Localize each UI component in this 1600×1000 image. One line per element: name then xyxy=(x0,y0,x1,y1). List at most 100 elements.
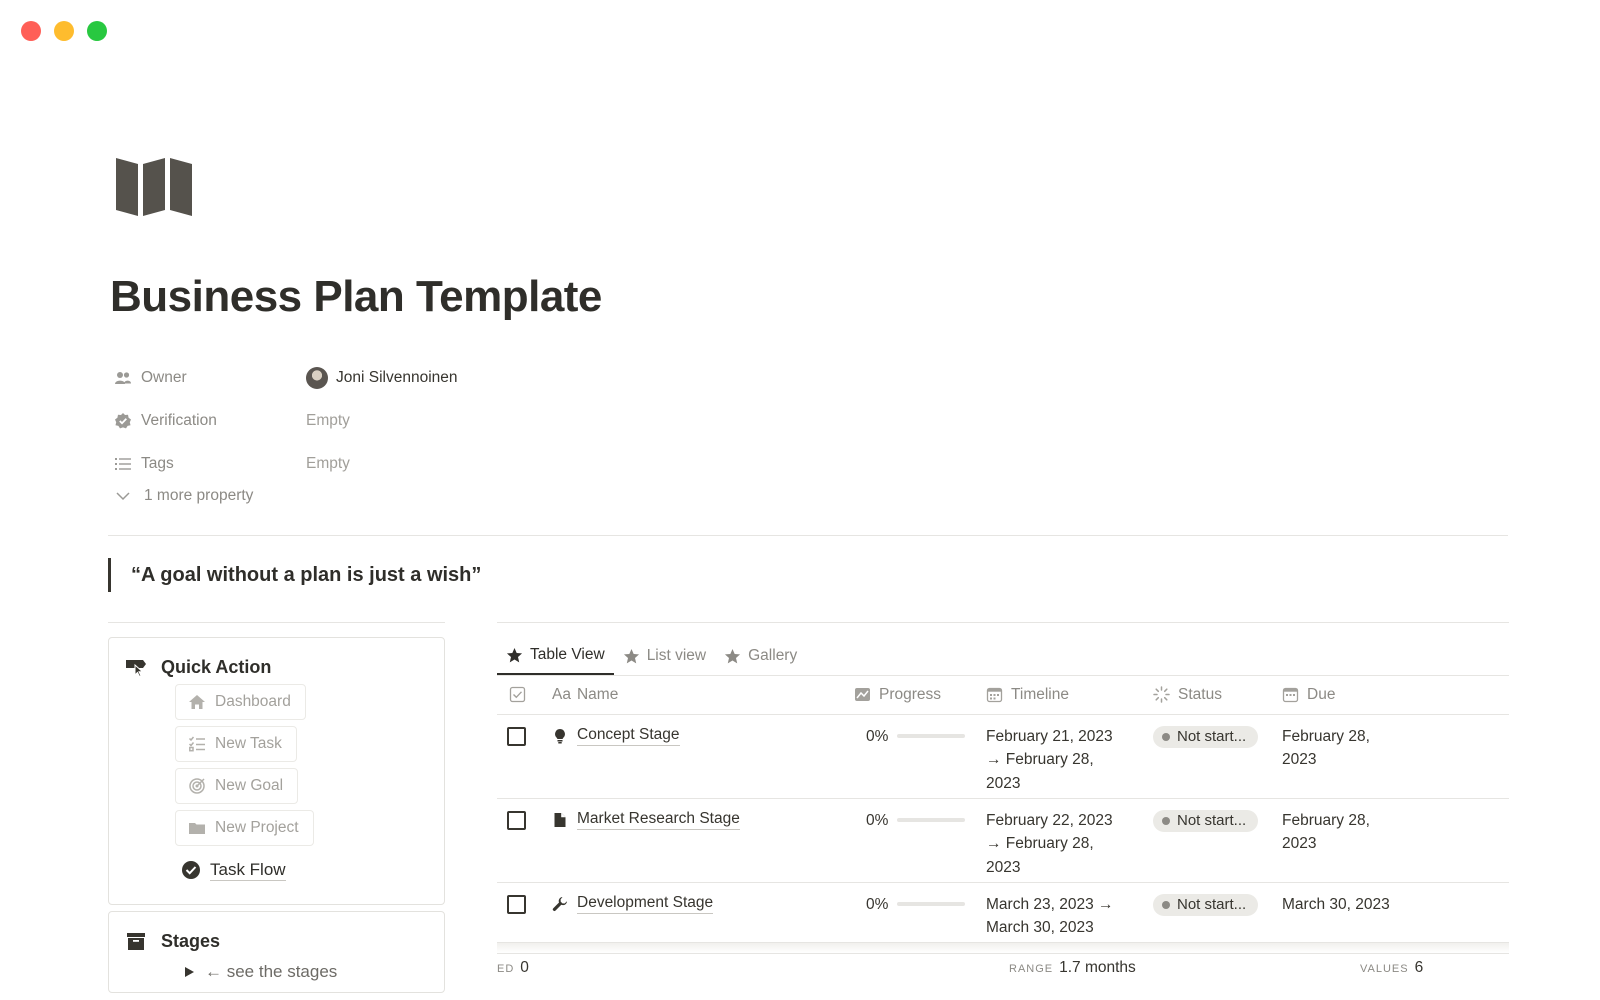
property-key-owner: Owner xyxy=(114,369,306,387)
progress-bar xyxy=(897,734,966,739)
stages-title: Stages xyxy=(161,930,221,951)
calc-key: RANGE xyxy=(1009,962,1054,975)
page-title[interactable]: Business Plan Template xyxy=(110,272,602,322)
calc-value: 1.7 months xyxy=(1059,958,1136,976)
timeline-cell[interactable]: February 22, 2023 → February 28, 2023 xyxy=(986,798,1153,883)
row-checkbox[interactable] xyxy=(507,810,526,830)
column-label: Due xyxy=(1307,685,1336,703)
status-badge[interactable]: Not start... xyxy=(1153,725,1259,748)
progress-bar xyxy=(897,902,966,907)
column-header-progress[interactable]: Progress xyxy=(854,676,986,715)
owner-name: Joni Silvennoinen xyxy=(336,368,458,386)
status-badge[interactable]: Not start... xyxy=(1153,809,1259,832)
column-header-status[interactable]: Status xyxy=(1153,676,1282,715)
status-cell[interactable]: Not start... xyxy=(1153,798,1282,883)
calc-checked[interactable]: ED 0 xyxy=(497,959,529,977)
status-loader-icon xyxy=(1153,686,1170,703)
table-row[interactable]: Concept Stage 0% February 21, 2023 → Feb… xyxy=(497,714,1509,799)
calc-key: ED xyxy=(497,962,515,975)
column-label: Timeline xyxy=(1011,685,1069,703)
progress-bar xyxy=(897,818,966,823)
progress-text: 0% xyxy=(866,811,889,829)
home-icon xyxy=(189,695,205,709)
new-goal-button[interactable]: New Goal xyxy=(175,768,299,804)
due-cell[interactable]: February 28, 2023 xyxy=(1282,714,1509,799)
quote-block[interactable]: “A goal without a plan is just a wish” xyxy=(108,558,481,592)
partial-row-fade xyxy=(497,942,1509,953)
calc-value: 6 xyxy=(1414,958,1424,976)
property-value-owner[interactable]: Joni Silvennoinen xyxy=(306,366,458,389)
calc-values[interactable]: VALUES 6 xyxy=(1360,959,1423,977)
more-properties-toggle[interactable]: 1 more property xyxy=(114,487,714,505)
status-label: Not start... xyxy=(1177,895,1247,913)
column-header-checkbox[interactable] xyxy=(497,676,552,715)
minimize-window-button[interactable] xyxy=(54,21,74,41)
timeline-line: March 23, 2023 → xyxy=(986,895,1114,913)
row-checkbox[interactable] xyxy=(507,726,526,746)
divider xyxy=(108,622,445,623)
due-cell[interactable]: March 30, 2023 xyxy=(1282,882,1509,943)
property-value-tags[interactable]: Empty xyxy=(306,455,350,473)
stages-database: Table View List view Gallery Aa Name Pro… xyxy=(497,622,1509,956)
column-header-name[interactable]: Aa Name xyxy=(552,676,854,715)
timeline-line: February 22, 2023 xyxy=(986,811,1113,829)
row-name[interactable]: Concept Stage xyxy=(577,725,680,746)
map-icon[interactable] xyxy=(116,156,196,216)
name-cell[interactable]: Development Stage xyxy=(552,882,854,943)
due-line: February 28, xyxy=(1282,727,1370,745)
stages-toggle[interactable]: ← see the stages xyxy=(183,962,428,982)
progress-text: 0% xyxy=(866,727,889,745)
verified-badge-icon xyxy=(115,412,131,428)
tab-table-view[interactable]: Table View xyxy=(497,637,614,675)
calc-range[interactable]: RANGE 1.7 months xyxy=(1009,959,1136,977)
task-flow-link[interactable]: Task Flow xyxy=(181,854,286,886)
row-name[interactable]: Market Research Stage xyxy=(577,809,740,830)
quick-action-card: Quick Action Dashboard New Task New Goal… xyxy=(108,637,445,905)
timeline-cell[interactable]: March 23, 2023 → March 30, 2023 xyxy=(986,882,1153,943)
tab-list-view[interactable]: List view xyxy=(614,637,715,675)
calendar-icon xyxy=(986,688,1003,703)
dashboard-button[interactable]: Dashboard xyxy=(175,684,306,720)
close-window-button[interactable] xyxy=(21,21,41,41)
property-verification[interactable]: Verification Empty xyxy=(114,399,714,442)
quick-action-heading: Quick Action xyxy=(125,656,428,678)
property-label: Owner xyxy=(141,368,187,386)
status-cell[interactable]: Not start... xyxy=(1153,882,1282,943)
status-dot xyxy=(1162,900,1170,909)
task-flow-label: Task Flow xyxy=(210,859,286,881)
star-icon xyxy=(725,648,741,663)
quick-action-title: Quick Action xyxy=(161,656,272,677)
row-checkbox[interactable] xyxy=(507,894,526,914)
timeline-cell[interactable]: February 21, 2023 → February 28, 2023 xyxy=(986,714,1153,799)
wrench-icon xyxy=(552,896,567,911)
property-label: Tags xyxy=(141,454,174,472)
name-cell[interactable]: Market Research Stage xyxy=(552,798,854,883)
pointer-sign-icon xyxy=(126,660,146,678)
view-tabs: Table View List view Gallery xyxy=(497,623,1509,676)
status-badge[interactable]: Not start... xyxy=(1153,893,1259,916)
due-cell[interactable]: February 28, 2023 xyxy=(1282,798,1509,883)
table-row[interactable]: Development Stage 0% March 23, 2023 → Ma… xyxy=(497,882,1509,943)
name-cell[interactable]: Concept Stage xyxy=(552,714,854,799)
timeline-line: 2023 xyxy=(986,774,1021,792)
column-header-timeline[interactable]: Timeline xyxy=(986,676,1153,715)
property-owner[interactable]: Owner Joni Silvennoinen xyxy=(114,356,714,399)
status-cell[interactable]: Not start... xyxy=(1153,714,1282,799)
tab-gallery[interactable]: Gallery xyxy=(715,637,806,675)
new-task-button[interactable]: New Task xyxy=(175,726,297,762)
status-dot xyxy=(1162,816,1170,825)
property-tags[interactable]: Tags Empty xyxy=(114,442,714,485)
button-label: New Task xyxy=(215,735,282,752)
star-icon xyxy=(506,647,523,662)
stages-toggle-label: ← see the stages xyxy=(205,962,338,981)
property-value-verification[interactable]: Empty xyxy=(306,412,350,430)
status-dot xyxy=(1162,732,1170,741)
maximize-window-button[interactable] xyxy=(87,21,107,41)
checklist-icon xyxy=(188,736,205,752)
column-header-due[interactable]: Due xyxy=(1282,676,1509,715)
new-project-button[interactable]: New Project xyxy=(175,810,314,846)
table-row[interactable]: Market Research Stage 0% February 22, 20… xyxy=(497,798,1509,883)
star-icon xyxy=(623,648,639,663)
calc-key: VALUES xyxy=(1360,962,1409,975)
row-name[interactable]: Development Stage xyxy=(577,893,714,914)
